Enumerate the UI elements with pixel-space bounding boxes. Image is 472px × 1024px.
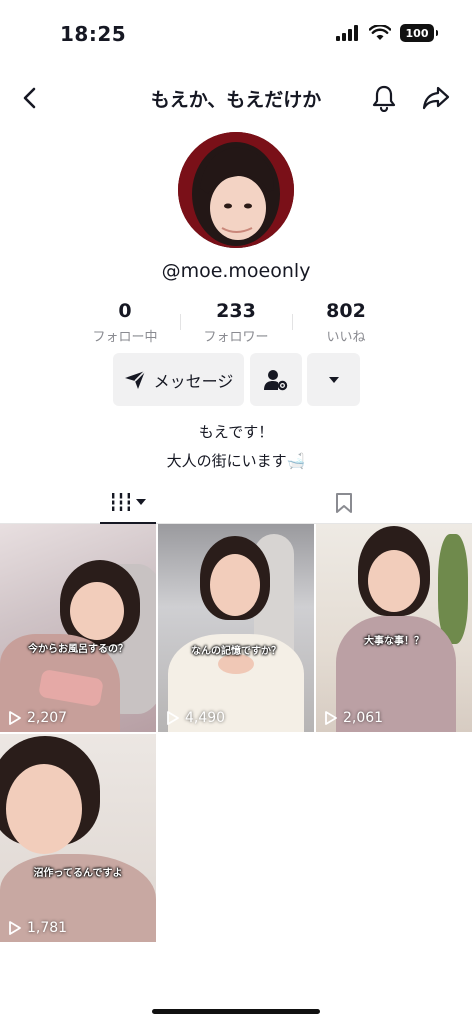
bookmark-icon	[336, 492, 352, 513]
wifi-icon	[369, 25, 391, 40]
video-caption: 大事な事！？	[364, 636, 424, 647]
play-icon	[325, 711, 337, 725]
video-thumbnail[interactable]: 沼作ってるんですよ 1,781	[0, 734, 156, 942]
share-arrow-icon	[422, 86, 450, 110]
video-thumbnail[interactable]: 大事な事！？ 2,061	[316, 524, 472, 732]
send-icon	[124, 369, 146, 389]
video-frame	[218, 654, 254, 674]
stat-following[interactable]: 0 フォロー中	[70, 300, 180, 345]
content-tabs	[0, 482, 472, 524]
view-count: 1,781	[8, 920, 67, 936]
stat-likes[interactable]: 802 いいね	[291, 300, 401, 345]
battery-level: 100	[405, 26, 429, 40]
play-icon	[167, 711, 179, 725]
view-count: 4,490	[166, 710, 225, 726]
play-icon	[9, 711, 21, 725]
view-count-value: 2,061	[343, 710, 384, 726]
tab-videos[interactable]	[100, 482, 156, 524]
avatar[interactable]	[178, 132, 294, 248]
grid-bars-icon	[110, 493, 132, 511]
status-time: 18:25	[60, 22, 127, 46]
battery-icon: 100	[400, 24, 438, 42]
cellular-signal-icon	[336, 25, 358, 41]
view-count: 2,207	[8, 710, 67, 726]
profile-actions: メッセージ	[0, 353, 472, 407]
profile-username: @moe.moeonly	[161, 260, 311, 282]
view-count-value: 4,490	[185, 710, 226, 726]
video-frame	[438, 534, 468, 644]
avatar-image	[178, 132, 294, 248]
view-count-value: 1,781	[27, 920, 68, 936]
notification-button[interactable]	[368, 82, 400, 114]
message-button[interactable]: メッセージ	[113, 353, 244, 406]
view-count-value: 2,207	[27, 710, 68, 726]
status-icons: 100	[336, 24, 438, 42]
bio-line: 大人の街にいます🛁	[166, 452, 306, 470]
profile-stats: 0 フォロー中 233 フォロワー 802 いいね	[0, 300, 472, 350]
status-bar: 18:25 100	[0, 0, 472, 70]
video-frame	[70, 582, 124, 640]
page-title: もえか、もえだけか	[150, 89, 322, 111]
video-caption: なんの記憶ですか？	[191, 646, 281, 657]
person-settings-icon	[264, 369, 288, 390]
video-frame	[6, 764, 82, 854]
stat-likes-label: いいね	[326, 330, 366, 345]
video-frame	[368, 550, 420, 612]
video-caption: 沼作ってるんですよ	[33, 868, 123, 879]
stat-followers-label: フォロワー	[203, 330, 269, 345]
stat-followers[interactable]: 233 フォロワー	[181, 300, 291, 345]
share-button[interactable]	[420, 82, 452, 114]
caret-down-icon	[136, 498, 146, 505]
bell-icon	[372, 85, 396, 112]
video-thumbnail[interactable]: なんの記憶ですか？ 4,490	[158, 524, 314, 732]
stat-following-label: フォロー中	[92, 330, 158, 345]
video-thumbnail[interactable]: 今からお風呂するの？ 2,207	[0, 524, 156, 732]
stat-likes-count: 802	[326, 300, 366, 322]
follow-button[interactable]	[250, 353, 302, 406]
more-options-button[interactable]	[307, 353, 360, 406]
message-button-label: メッセージ	[153, 371, 234, 391]
video-frame	[210, 554, 260, 616]
stat-followers-count: 233	[216, 300, 256, 322]
stat-following-count: 0	[118, 300, 132, 322]
play-icon	[9, 921, 21, 935]
profile-header: もえか、もえだけか	[0, 70, 472, 126]
view-count: 2,061	[324, 710, 383, 726]
caret-down-icon	[328, 376, 339, 383]
video-caption: 今からお風呂するの？	[28, 644, 128, 655]
tab-saved[interactable]	[316, 482, 372, 523]
bio-line: もえです！	[198, 423, 274, 441]
home-indicator[interactable]	[152, 1009, 320, 1014]
